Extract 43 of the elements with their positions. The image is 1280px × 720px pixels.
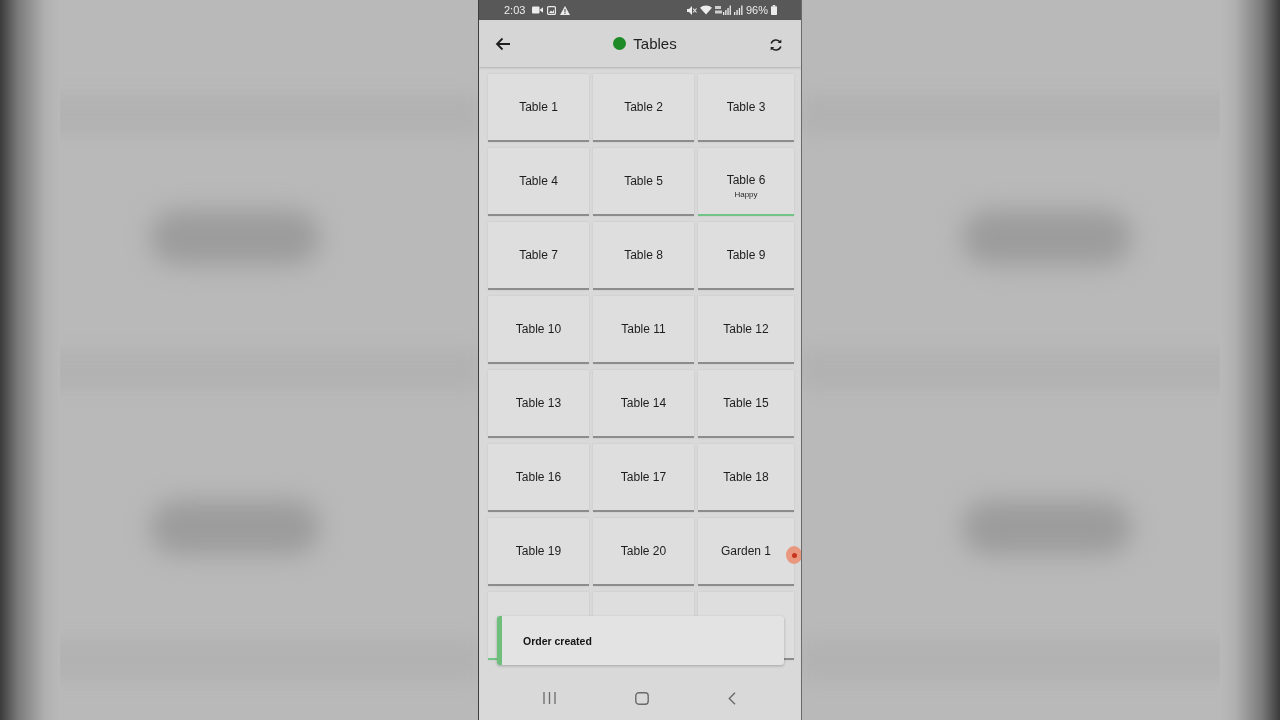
recent-apps-icon xyxy=(543,692,556,704)
signal-icon xyxy=(714,5,731,15)
table-tile[interactable]: Table 8 xyxy=(593,222,694,290)
table-tile[interactable]: Table 4 xyxy=(488,148,589,216)
table-tile[interactable]: Table 17 xyxy=(593,444,694,512)
refresh-icon xyxy=(769,38,783,52)
touch-indicator-icon xyxy=(786,546,801,564)
status-time: 2:03 xyxy=(504,4,526,16)
wifi-icon xyxy=(699,5,712,15)
picture-icon xyxy=(547,5,557,15)
table-tile[interactable]: Table 16 xyxy=(488,444,589,512)
battery-icon xyxy=(771,5,777,15)
table-tile[interactable]: Garden 1 xyxy=(698,518,794,586)
table-tile[interactable]: Table 5 xyxy=(593,148,694,216)
screen-title: Tables xyxy=(633,35,677,52)
table-tile[interactable]: Table 1 xyxy=(488,74,589,142)
refresh-button[interactable] xyxy=(768,37,784,53)
table-tile[interactable]: Table 2 xyxy=(593,74,694,142)
toast-message: Order created xyxy=(523,634,592,647)
table-tile[interactable]: Table 11 xyxy=(593,296,694,364)
mute-icon xyxy=(686,5,697,15)
table-tile[interactable]: Table 10 xyxy=(488,296,589,364)
table-tile[interactable]: Table 12 xyxy=(698,296,794,364)
table-tile[interactable]: Table 6 Happy xyxy=(698,148,794,216)
table-tile[interactable]: Table 15 xyxy=(698,370,794,438)
warning-icon xyxy=(560,5,571,15)
video-camera-icon xyxy=(532,6,544,14)
battery-percent: 96% xyxy=(745,4,768,16)
back-chevron-icon xyxy=(728,691,736,705)
table-tile[interactable]: Table 3 xyxy=(698,74,794,142)
table-tile[interactable]: Table 14 xyxy=(593,370,694,438)
signal-icon xyxy=(733,5,743,15)
recent-apps-button[interactable] xyxy=(543,692,556,704)
table-tile[interactable]: Table 20 xyxy=(593,518,694,586)
table-note: Happy xyxy=(734,189,758,199)
home-icon xyxy=(635,691,649,705)
table-tile[interactable]: Table 13 xyxy=(488,370,589,438)
home-button[interactable] xyxy=(635,691,649,705)
table-tile[interactable]: Table 9 xyxy=(698,222,794,290)
table-tile[interactable]: Table 7 xyxy=(488,222,589,290)
table-tile[interactable]: Table 18 xyxy=(698,444,794,512)
table-tile[interactable]: Table 19 xyxy=(488,518,589,586)
back-arrow-icon xyxy=(495,36,511,51)
